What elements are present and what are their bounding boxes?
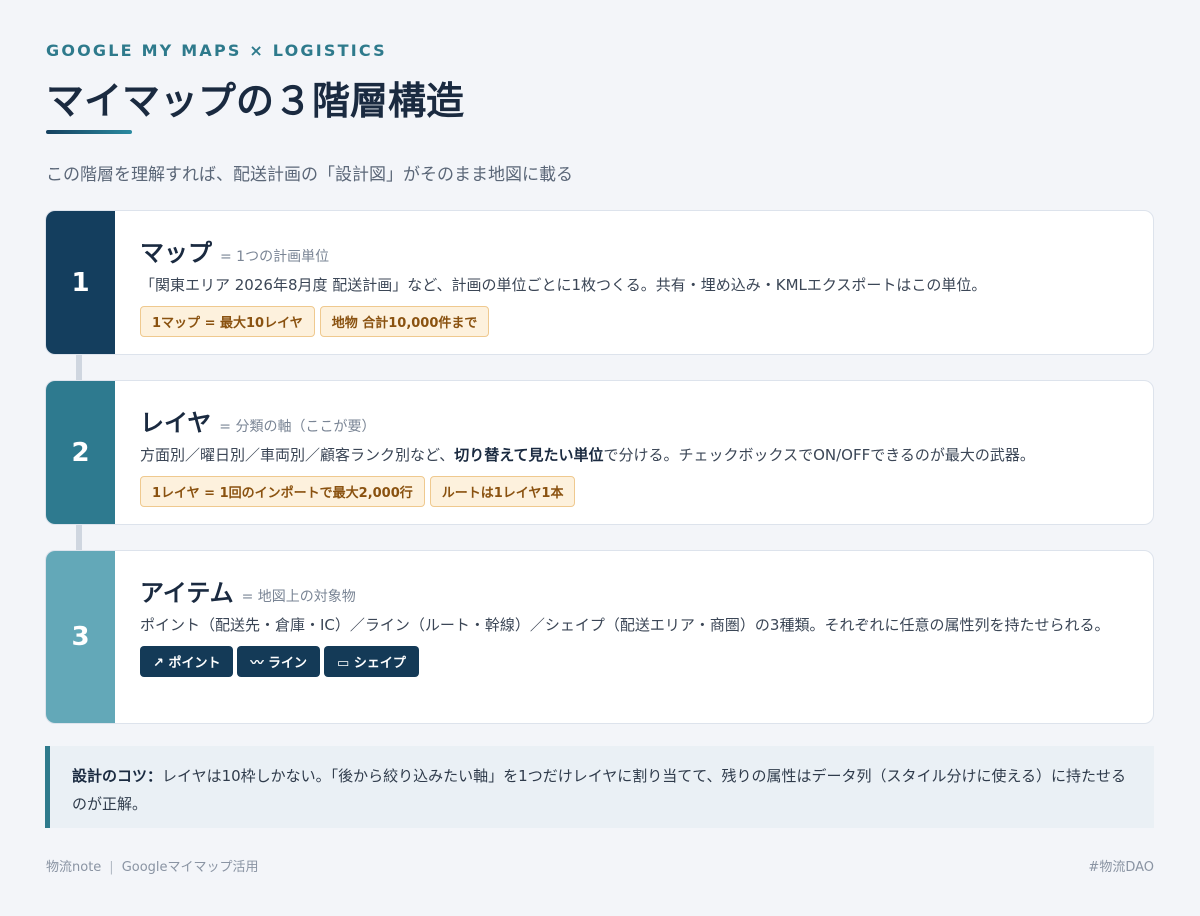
page-title: マイマップの３階層構造 bbox=[46, 79, 465, 123]
level-card-item: 3 アイテム = 地図上の対象物 ポイント（配送先・倉庫・IC）／ライン（ルート・… bbox=[45, 550, 1154, 724]
subtitle: この階層を理解すれば、配送計画の「設計図」がそのまま地図に載る bbox=[46, 165, 573, 185]
level-name: アイテム bbox=[140, 579, 234, 607]
level-text-part: で分ける。チェックボックスでON/OFFできるのが最大の武器。 bbox=[603, 446, 1035, 464]
level-number: 1 bbox=[46, 211, 115, 354]
footer-separator: | bbox=[109, 860, 114, 875]
level-desc: = 1つの計画単位 bbox=[220, 249, 330, 265]
level-desc: = 分類の軸（ここが要） bbox=[219, 419, 376, 435]
tip-label: 設計のコツ： bbox=[72, 767, 163, 785]
limit-tag: 1マップ = 最大10レイヤ bbox=[140, 306, 315, 337]
level-number: 3 bbox=[46, 551, 115, 723]
level-name: マップ bbox=[140, 239, 212, 267]
eyebrow: GOOGLE MY MAPS × LOGISTICS bbox=[46, 41, 387, 60]
level-text-part: 方面別／曜日別／車両別／顧客ランク別など、 bbox=[140, 446, 455, 464]
level-text: 「関東エリア 2026年8月度 配送計画」など、計画の単位ごとに1枚つくる。共有… bbox=[140, 276, 987, 294]
shape-icon: ▭ bbox=[337, 656, 350, 671]
chip-label: シェイプ bbox=[353, 656, 406, 671]
limit-tag: 1レイヤ = 1回のインポートで最大2,000行 bbox=[140, 476, 425, 507]
footer-credit: 物流note | Googleマイマップ活用 bbox=[46, 856, 259, 875]
connector-line bbox=[76, 525, 82, 550]
level-card-map: 1 マップ = 1つの計画単位 「関東エリア 2026年8月度 配送計画」など、計… bbox=[45, 210, 1154, 355]
footer-hashtag: #物流DAO bbox=[1088, 860, 1154, 875]
level-desc: = 地図上の対象物 bbox=[241, 589, 356, 605]
line-icon: 〰 bbox=[250, 656, 264, 671]
level-number: 2 bbox=[46, 381, 115, 524]
limit-tag: 地物 合計10,000件まで bbox=[319, 306, 490, 337]
level-card-layer: 2 レイヤ = 分類の軸（ここが要） 方面別／曜日別／車両別／顧客ランク別など、切… bbox=[45, 380, 1154, 525]
chip-label: ライン bbox=[268, 656, 308, 671]
level-text-emphasis: 切り替えて見たい単位 bbox=[454, 446, 604, 464]
item-type-chip-shape: ▭ シェイプ bbox=[324, 646, 419, 677]
tip-text: レイヤは10枠しかない。「後から絞り込みたい軸」を1つだけレイヤに割り当てて、残… bbox=[72, 767, 1127, 813]
level-name: レイヤ bbox=[140, 409, 212, 437]
connector-line bbox=[76, 355, 82, 380]
item-type-chip-point: ↗ ポイント bbox=[140, 646, 234, 677]
level-text: 方面別／曜日別／車両別／顧客ランク別など、切り替えて見たい単位で分ける。チェック… bbox=[140, 442, 1133, 468]
limit-tag: ルートは1レイヤ1本 bbox=[429, 476, 576, 507]
footer-source: 物流note bbox=[46, 860, 102, 875]
design-tip-callout: 設計のコツ：レイヤは10枠しかない。「後から絞り込みたい軸」を1つだけレイヤに割… bbox=[45, 746, 1154, 828]
chip-label: ポイント bbox=[168, 656, 221, 671]
level-text: ポイント（配送先・倉庫・IC）／ライン（ルート・幹線）／シェイプ（配送エリア・商… bbox=[140, 616, 1110, 634]
title-underline bbox=[46, 130, 132, 134]
point-icon: ↗ bbox=[153, 656, 164, 671]
footer-topic: Googleマイマップ活用 bbox=[121, 860, 259, 875]
item-type-chip-line: 〰 ライン bbox=[237, 646, 321, 677]
